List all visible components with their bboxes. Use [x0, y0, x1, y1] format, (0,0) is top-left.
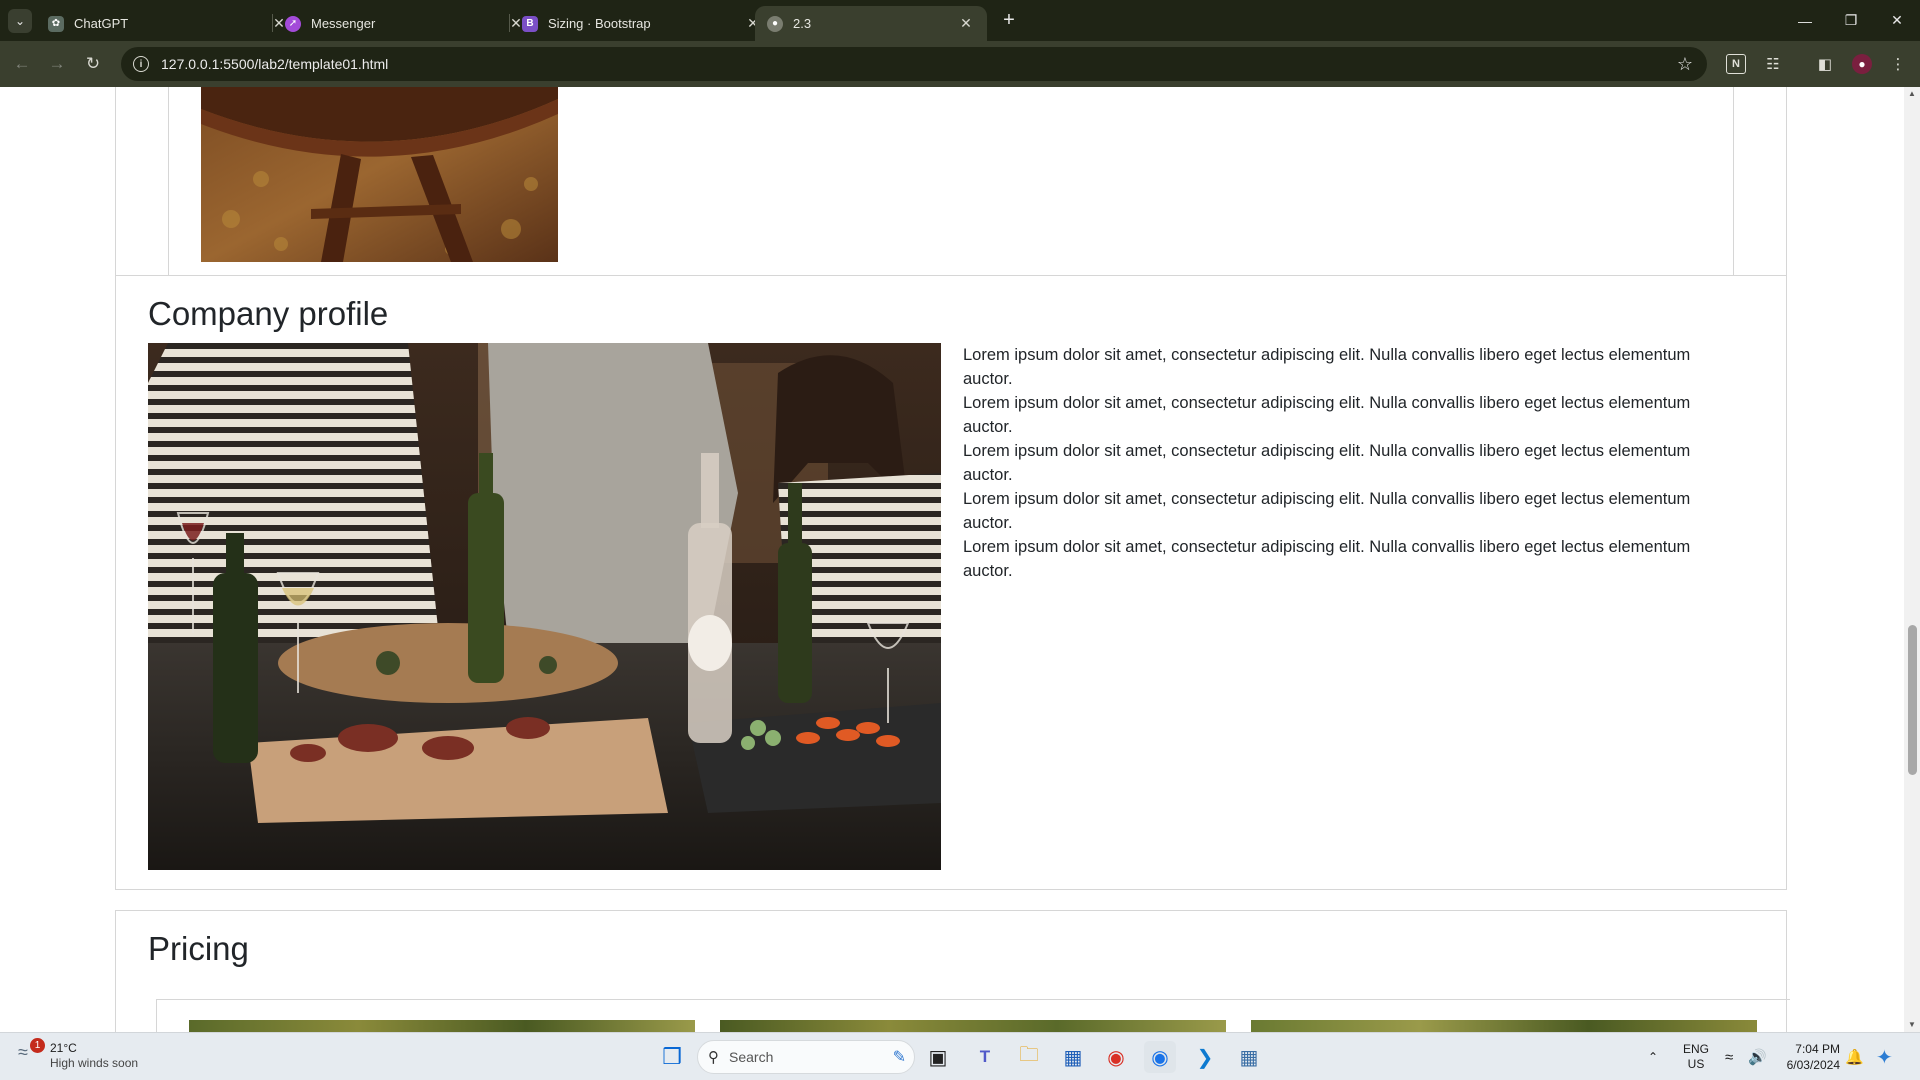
calculator-icon[interactable]: ▦ [1233, 1041, 1265, 1073]
scrollbar-thumb[interactable] [1908, 625, 1917, 775]
url-text[interactable]: 127.0.0.1:5500/lab2/template01.html [161, 56, 1677, 72]
paragraph-line: Lorem ipsum dolor sit amet, consectetur … [963, 346, 1691, 388]
teams-icon[interactable]: T [969, 1041, 1001, 1073]
menu-kebab-icon[interactable]: ⋮ [1888, 54, 1908, 74]
microsoft-store-icon[interactable]: ▦ [1057, 1041, 1089, 1073]
back-button[interactable]: ← [8, 50, 36, 78]
vscode-icon[interactable]: ❯ [1189, 1041, 1221, 1073]
pricing-card-image [720, 1020, 1226, 1032]
weather-alert-badge: 1 [30, 1038, 45, 1053]
new-tab-button[interactable]: + [996, 8, 1022, 34]
table-photo-image [201, 87, 558, 262]
site-info-icon[interactable]: i [133, 56, 149, 72]
browser-toolbar: ← → ↻ i 127.0.0.1:5500/lab2/template01.h… [0, 41, 1920, 87]
company-profile-section: Company profile Lorem ipsum dolor sit am… [115, 275, 1787, 890]
tab-title: 2.3 [793, 16, 812, 31]
tab-title: Sizing · Bootstrap [548, 16, 651, 31]
clock[interactable]: 7:04 PM 6/03/2024 [1780, 1033, 1840, 1080]
tab-bootstrap-sizing[interactable]: B Sizing · Bootstrap ✕ [510, 6, 774, 41]
close-window-button[interactable]: ✕ [1874, 0, 1920, 41]
tab-bar: ⌄ ✿ ChatGPT ✕ ➚ Messenger ✕ B Sizing · B… [0, 0, 1920, 41]
globe-icon: ● [767, 15, 783, 32]
weather-description: High winds soon [50, 1056, 139, 1070]
close-icon[interactable]: ✕ [957, 15, 975, 32]
tab-chatgpt[interactable]: ✿ ChatGPT ✕ [36, 6, 300, 41]
chrome-active-icon[interactable]: ◉ [1144, 1041, 1176, 1073]
tab-title: ChatGPT [74, 16, 129, 31]
paragraph-line: Lorem ipsum dolor sit amet, consectetur … [963, 490, 1691, 532]
taskbar-search-box[interactable]: ⚲ Search ✎ [697, 1040, 915, 1074]
paragraph-line: Lorem ipsum dolor sit amet, consectetur … [963, 394, 1691, 436]
notification-bell-icon[interactable]: 🔔 [1845, 1033, 1864, 1080]
wifi-icon[interactable]: ≈ [1725, 1033, 1733, 1080]
windows-start-icon[interactable]: ❒ [656, 1041, 688, 1073]
forward-button[interactable]: → [43, 50, 71, 78]
show-hidden-icons-chevron-icon[interactable]: ⌃ [1648, 1033, 1658, 1080]
profile-avatar-icon[interactable]: ● [1852, 54, 1872, 74]
pricing-title: Pricing [148, 930, 249, 967]
region-code: US [1687, 1057, 1705, 1071]
previous-inner-card [168, 87, 1734, 301]
weather-temperature: 21°C [50, 1041, 77, 1055]
volume-icon[interactable]: 🔊 [1748, 1033, 1767, 1080]
paragraph-line: Lorem ipsum dolor sit amet, consectetur … [963, 538, 1691, 580]
tab-title: Messenger [311, 16, 376, 31]
restore-button[interactable]: ❐ [1828, 0, 1874, 41]
search-icon: ⚲ [708, 1049, 719, 1066]
pricing-card-image [189, 1020, 695, 1032]
address-bar[interactable]: i 127.0.0.1:5500/lab2/template01.html ☆ [121, 47, 1707, 81]
clock-time: 7:04 PM [1795, 1042, 1840, 1056]
pricing-card-image [1251, 1020, 1757, 1032]
page-viewport: Company profile Lorem ipsum dolor sit am… [0, 87, 1904, 1032]
clock-date: 6/03/2024 [1786, 1058, 1840, 1072]
task-view-icon[interactable]: ▣ [922, 1041, 954, 1073]
weather-widget[interactable]: ≈ 1 21°C High winds soon [18, 1038, 139, 1071]
tab-search-dropdown-button[interactable]: ⌄ [8, 9, 32, 33]
language-code: ENG [1683, 1042, 1710, 1056]
notion-extension-icon[interactable]: N [1726, 54, 1746, 74]
messenger-icon: ➚ [285, 15, 301, 32]
table-photo [201, 87, 558, 262]
chrome-icon[interactable]: ◉ [1100, 1041, 1132, 1073]
bookmark-star-icon[interactable]: ☆ [1677, 54, 1693, 75]
pricing-section: Pricing [115, 910, 1790, 1032]
company-profile-text: Lorem ipsum dolor sit amet, consectetur … [963, 343, 1743, 583]
paragraph-line: Lorem ipsum dolor sit amet, consectetur … [963, 442, 1691, 484]
minimize-button[interactable]: — [1782, 0, 1828, 41]
scroll-down-arrow-icon[interactable]: ▼ [1904, 1018, 1920, 1032]
reload-button[interactable]: ↻ [79, 50, 107, 78]
tab-messenger[interactable]: ➚ Messenger ✕ [273, 6, 537, 41]
language-indicator[interactable]: ENG US [1683, 1033, 1709, 1080]
file-explorer-icon[interactable]: 🗀 [1013, 1041, 1045, 1073]
page-scrollbar[interactable]: ▲ ▼ [1904, 87, 1920, 1032]
tab-2-3[interactable]: ● 2.3 ✕ [755, 6, 987, 41]
people-at-table-image [148, 343, 941, 870]
pricing-cards-container [156, 999, 1790, 1032]
side-panel-icon[interactable]: ◧ [1815, 54, 1835, 74]
search-highlight-icon: ✎ [892, 1049, 906, 1066]
company-profile-photo [148, 343, 941, 870]
windows-taskbar: ≈ 1 21°C High winds soon ❒ ⚲ Search ✎ ▣ … [0, 1032, 1920, 1080]
bootstrap-icon: B [522, 15, 538, 32]
wind-icon: ≈ 1 [18, 1038, 46, 1070]
chatgpt-icon: ✿ [48, 15, 64, 32]
copilot-icon[interactable]: ✦ [1876, 1033, 1893, 1080]
extensions-puzzle-icon[interactable]: ☷ [1763, 54, 1783, 74]
company-profile-title: Company profile [148, 295, 389, 332]
scroll-up-arrow-icon[interactable]: ▲ [1904, 87, 1920, 101]
search-placeholder: Search [729, 1049, 774, 1065]
